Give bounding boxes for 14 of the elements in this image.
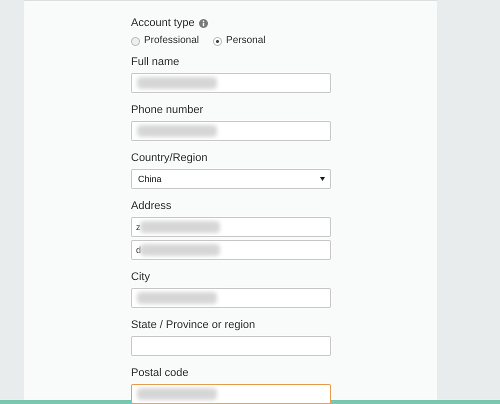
radio-option[interactable]: Personal (213, 35, 266, 47)
info-icon[interactable] (198, 19, 208, 28)
input-field[interactable] (131, 336, 331, 356)
field-label: Postal code (131, 367, 190, 380)
field-label: City (131, 271, 151, 284)
field-label: Full name (131, 56, 180, 69)
field-label: Country/Region (131, 152, 208, 165)
field-label: Account type (131, 17, 195, 30)
field-label: Phone number (131, 104, 204, 117)
field-label: State / Province or region (131, 319, 256, 332)
radio-option[interactable]: Professional (131, 35, 200, 47)
caret-icon (320, 177, 325, 181)
country-select[interactable]: China (131, 169, 331, 189)
field-label: Address (131, 200, 172, 213)
